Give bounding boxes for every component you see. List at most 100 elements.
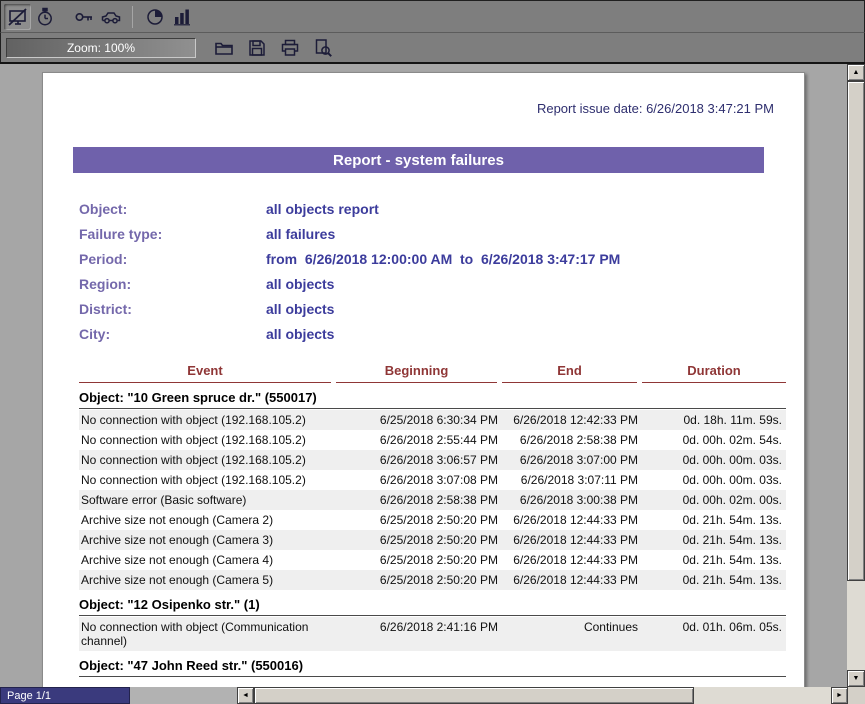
report-table-groups: Object: "10 Green spruce dr." (550017)No… — [79, 383, 786, 677]
preview-search-button[interactable] — [309, 35, 336, 61]
report-title: Report - system failures — [73, 147, 764, 173]
table-cell: 6/25/2018 6:30:34 PM — [336, 410, 502, 430]
vertical-scrollbar-thumb[interactable] — [847, 81, 865, 581]
scroll-left-arrow-icon[interactable]: ◄ — [237, 687, 254, 704]
table-cell: Software error (Basic software) — [79, 490, 336, 510]
table-cell: Archive size not enough (Camera 2) — [79, 510, 336, 530]
parameter-row: Region: all objects — [79, 271, 804, 296]
key-button[interactable] — [70, 4, 97, 30]
table-cell: Archive size not enough (Camera 4) — [79, 550, 336, 570]
table-row: No connection with object (192.168.105.2… — [79, 430, 786, 450]
table-row: Archive size not enough (Camera 5)6/25/2… — [79, 570, 786, 590]
table-cell: No connection with object (Communication… — [79, 617, 336, 651]
table-cell: 6/25/2018 2:50:20 PM — [336, 550, 502, 570]
table-cell: 6/26/2018 2:58:38 PM — [336, 490, 502, 510]
report-page: Report issue date: 6/26/2018 3:47:21 PM … — [42, 72, 805, 687]
table-cell: 6/26/2018 2:55:44 PM — [336, 430, 502, 450]
report-viewer-window: Zoom: 100% — [0, 0, 865, 704]
preview-toolbar: Zoom: 100% — [0, 33, 865, 62]
table-cell: 0d. 21h. 54m. 13s. — [642, 530, 786, 550]
parameter-row: City: all objects — [79, 321, 804, 346]
monitor-off-button[interactable] — [4, 4, 31, 30]
bar-chart-button[interactable] — [168, 4, 195, 30]
parameter-value: all objects — [266, 326, 334, 342]
table-cell: 6/25/2018 2:50:20 PM — [336, 530, 502, 550]
table-cell: 6/25/2018 2:50:20 PM — [336, 570, 502, 590]
preview-area: Report issue date: 6/26/2018 3:47:21 PM … — [0, 62, 865, 687]
parameter-value: from 6/26/2018 12:00:00 AM to 6/26/2018 … — [266, 251, 620, 267]
scroll-up-arrow-icon[interactable]: ▲ — [847, 64, 865, 81]
time-pie-button[interactable] — [141, 4, 168, 30]
report-issue-date: Report issue date: 6/26/2018 3:47:21 PM — [43, 101, 774, 116]
parameter-row: District: all objects — [79, 296, 804, 321]
open-folder-button[interactable] — [210, 35, 237, 61]
table-cell: 6/26/2018 12:42:33 PM — [502, 410, 642, 430]
column-header-end: End — [502, 363, 637, 383]
table-cell: 6/26/2018 2:41:16 PM — [336, 617, 502, 637]
table-row: Software error (Basic software)6/26/2018… — [79, 490, 786, 510]
parameter-label: Period: — [79, 251, 266, 267]
table-row: Archive size not enough (Camera 4)6/25/2… — [79, 550, 786, 570]
scrollbar-corner — [848, 687, 865, 704]
table-cell: 6/26/2018 3:07:00 PM — [502, 450, 642, 470]
column-header-duration: Duration — [642, 363, 786, 383]
parameter-label: Region: — [79, 276, 266, 292]
table-row: No connection with object (192.168.105.2… — [79, 410, 786, 430]
parameter-row: Failure type: all failures — [79, 221, 804, 246]
parameter-row: Period: from 6/26/2018 12:00:00 AM to 6/… — [79, 246, 804, 271]
monitor-off-icon — [8, 7, 28, 27]
scroll-right-arrow-icon[interactable]: ► — [831, 687, 848, 704]
table-cell: 0d. 21h. 54m. 13s. — [642, 570, 786, 590]
status-bar: Page 1/1 ◄ ► — [0, 687, 865, 704]
report-parameters: Object: all objects report Failure type:… — [79, 196, 804, 346]
preview-toolbar-icons — [210, 35, 336, 61]
parameter-value: all objects — [266, 276, 334, 292]
table-cell: 6/26/2018 2:58:38 PM — [502, 430, 642, 450]
vehicle-button[interactable] — [97, 4, 124, 30]
stopwatch-icon — [35, 7, 55, 27]
column-header-event: Event — [79, 363, 331, 383]
table-cell: 6/26/2018 12:44:33 PM — [502, 570, 642, 590]
table-cell: 6/26/2018 12:44:33 PM — [502, 510, 642, 530]
table-cell: 0d. 00h. 02m. 00s. — [642, 490, 786, 510]
parameter-row: Object: all objects report — [79, 196, 804, 221]
parameter-value: all failures — [266, 226, 335, 242]
table-cell: 0d. 00h. 00m. 03s. — [642, 450, 786, 470]
parameter-label: Object: — [79, 201, 266, 217]
table-cell: 6/26/2018 3:06:57 PM — [336, 450, 502, 470]
table-cell: 0d. 18h. 11m. 59s. — [642, 410, 786, 430]
print-button[interactable] — [276, 35, 303, 61]
open-folder-icon — [214, 38, 234, 58]
preview-search-icon — [313, 38, 333, 58]
stopwatch-button[interactable] — [31, 4, 58, 30]
zoom-indicator[interactable]: Zoom: 100% — [6, 38, 196, 58]
toolbar-separator — [132, 6, 133, 28]
horizontal-scrollbar[interactable]: ◄ ► — [237, 687, 848, 704]
table-cell: 6/26/2018 3:07:08 PM — [336, 470, 502, 490]
table-header-row: Event Beginning End Duration — [79, 363, 786, 383]
failures-table: Event Beginning End Duration Object: "10… — [79, 363, 786, 677]
table-cell: No connection with object (192.168.105.2… — [79, 470, 336, 490]
horizontal-scrollbar-thumb[interactable] — [254, 687, 694, 704]
table-cell: 0d. 00h. 02m. 54s. — [642, 430, 786, 450]
vehicle-icon — [101, 7, 121, 27]
table-row: Archive size not enough (Camera 2)6/25/2… — [79, 510, 786, 530]
table-cell: 6/26/2018 12:44:33 PM — [502, 530, 642, 550]
print-icon — [280, 38, 300, 58]
table-cell: 0d. 01h. 06m. 05s. — [642, 617, 786, 637]
table-cell: 6/25/2018 2:50:20 PM — [336, 510, 502, 530]
table-cell: No connection with object (192.168.105.2… — [79, 430, 336, 450]
group-title: Object: "12 Osipenko str." (1) — [79, 590, 786, 616]
scroll-down-arrow-icon[interactable]: ▼ — [847, 670, 865, 687]
vertical-scrollbar[interactable]: ▲ ▼ — [847, 64, 865, 687]
time-pie-icon — [145, 7, 165, 27]
table-row: Archive size not enough (Camera 3)6/25/2… — [79, 530, 786, 550]
save-icon — [247, 38, 267, 58]
table-cell: 0d. 21h. 54m. 13s. — [642, 510, 786, 530]
key-icon — [74, 7, 94, 27]
table-cell: 0d. 00h. 00m. 03s. — [642, 470, 786, 490]
bar-chart-icon — [172, 7, 192, 27]
main-toolbar — [0, 0, 865, 33]
table-cell: 6/26/2018 3:00:38 PM — [502, 490, 642, 510]
save-button[interactable] — [243, 35, 270, 61]
